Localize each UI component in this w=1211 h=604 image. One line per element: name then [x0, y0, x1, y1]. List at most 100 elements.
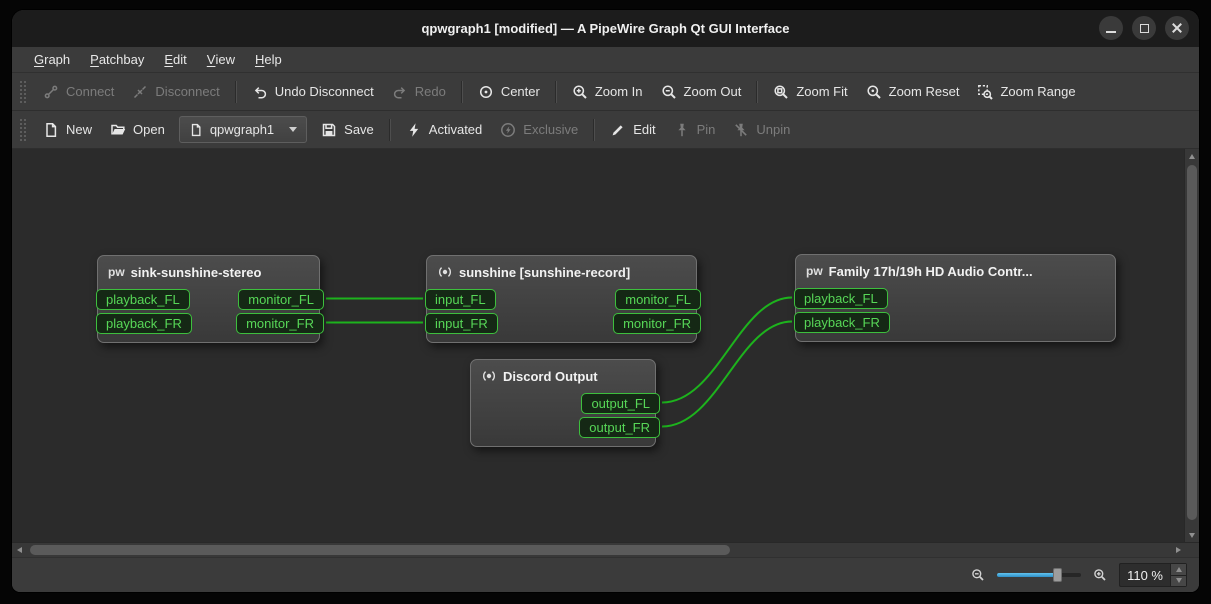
arrow-right-icon	[1175, 547, 1181, 553]
port-playback-fl[interactable]: playback_FL	[794, 288, 888, 309]
zoom-slider[interactable]	[997, 567, 1082, 583]
unpin-icon	[735, 123, 748, 136]
zoom-range-button[interactable]: Zoom Range	[968, 79, 1084, 105]
close-button[interactable]	[1165, 16, 1189, 40]
menu-patchbay[interactable]: Patchbay	[80, 47, 154, 72]
speaker-icon	[437, 264, 453, 280]
maximize-button[interactable]	[1132, 16, 1156, 40]
port-output-fr[interactable]: output_FR	[579, 417, 660, 438]
port-playback-fl[interactable]: playback_FL	[96, 289, 190, 310]
redo-button[interactable]: Redo	[383, 79, 455, 105]
scroll-left-button[interactable]	[12, 543, 26, 557]
undo-icon	[254, 86, 266, 98]
zoom-out-icon[interactable]	[971, 568, 985, 582]
center-label: Center	[500, 84, 540, 99]
toolbar-separator	[756, 80, 759, 103]
canvas-area: pw sink-sunshine-stereo playback_FL play…	[12, 149, 1199, 557]
port-output-fl[interactable]: output_FL	[581, 393, 660, 414]
vertical-scroll-thumb[interactable]	[1187, 165, 1197, 520]
connect-button[interactable]: Connect	[34, 79, 123, 105]
zoom-spinbox[interactable]: 110 %	[1119, 563, 1187, 587]
horizontal-scrollbar[interactable]	[12, 542, 1185, 557]
arrow-left-icon	[16, 547, 22, 553]
save-icon	[322, 123, 336, 136]
pipewire-icon: pw	[806, 264, 823, 278]
menu-help[interactable]: Help	[245, 47, 292, 72]
menu-view[interactable]: View	[197, 47, 245, 72]
open-button[interactable]: Open	[101, 117, 174, 143]
horizontal-scroll-thumb[interactable]	[30, 545, 730, 555]
scroll-down-button[interactable]	[1185, 528, 1199, 542]
vertical-scrollbar[interactable]	[1184, 149, 1199, 542]
menu-edit[interactable]: Edit	[154, 47, 196, 72]
scroll-up-button[interactable]	[1185, 149, 1199, 163]
window-controls	[1099, 16, 1189, 40]
titlebar[interactable]: qpwgraph1 [modified] — A PipeWire Graph …	[12, 10, 1199, 47]
disconnect-button[interactable]: Disconnect	[123, 79, 228, 105]
node-family-hd-audio[interactable]: pw Family 17h/19h HD Audio Contr... play…	[794, 254, 1116, 342]
port-monitor-fr[interactable]: monitor_FR	[613, 313, 701, 334]
patchbay-combo-value: qpwgraph1	[209, 122, 275, 137]
chevron-down-icon	[289, 127, 298, 132]
vertical-scroll-track[interactable]	[1185, 163, 1199, 528]
zoom-fit-button[interactable]: Zoom Fit	[764, 79, 856, 105]
menu-edit-label-rest: dit	[173, 52, 187, 67]
toolbar-drag-handle[interactable]	[20, 118, 26, 141]
zoom-spin-down-button[interactable]	[1171, 574, 1186, 586]
minimize-button[interactable]	[1099, 16, 1123, 40]
zoom-slider-handle[interactable]	[1053, 568, 1063, 582]
zoom-spin-arrows	[1170, 564, 1186, 586]
zoom-in-icon[interactable]	[1093, 568, 1107, 582]
scroll-right-button[interactable]	[1171, 543, 1185, 557]
exclusive-label: Exclusive	[523, 122, 579, 137]
zoom-in-icon	[573, 84, 587, 99]
new-button[interactable]: New	[34, 117, 101, 143]
menu-view-label-rest: iew	[215, 52, 235, 67]
node-sunshine-record[interactable]: sunshine [sunshine-record] input_FL inpu…	[425, 255, 701, 343]
zoom-in-label: Zoom In	[594, 84, 643, 99]
edit-button[interactable]: Edit	[601, 117, 664, 143]
arrow-down-icon	[1175, 578, 1182, 584]
pin-button[interactable]: Pin	[665, 117, 725, 143]
zoom-in-button[interactable]: Zoom In	[563, 79, 652, 105]
port-playback-fr[interactable]: playback_FR	[96, 313, 192, 334]
activated-toggle[interactable]: Activated	[397, 117, 491, 143]
zoom-out-icon	[661, 84, 676, 99]
port-input-fr[interactable]: input_FR	[425, 313, 498, 334]
graph-canvas[interactable]: pw sink-sunshine-stereo playback_FL play…	[12, 149, 1184, 542]
patchbay-file-icon	[191, 123, 201, 136]
zoom-spin-up-button[interactable]	[1171, 564, 1186, 575]
center-icon	[479, 85, 492, 98]
zoom-reset-button[interactable]: Zoom Reset	[857, 79, 969, 105]
redo-icon	[393, 86, 405, 98]
node-sink-sunshine-stereo[interactable]: pw sink-sunshine-stereo playback_FL play…	[96, 255, 324, 343]
menu-graph[interactable]: Graph	[24, 47, 80, 72]
toolbar-drag-handle[interactable]	[20, 80, 26, 103]
activated-label: Activated	[428, 122, 483, 137]
node-title: Discord Output	[503, 368, 598, 384]
zoom-fit-label: Zoom Fit	[796, 84, 848, 99]
save-button[interactable]: Save	[312, 117, 383, 143]
exclusive-icon	[501, 122, 516, 137]
undo-disconnect-button[interactable]: Undo Disconnect	[243, 79, 383, 105]
zoom-fit-icon	[774, 84, 789, 99]
horizontal-scroll-track[interactable]	[26, 543, 1171, 557]
exclusive-toggle[interactable]: Exclusive	[491, 117, 587, 143]
patchbay-combo[interactable]: qpwgraph1	[178, 116, 308, 143]
port-monitor-fl[interactable]: monitor_FL	[615, 289, 701, 310]
unpin-button[interactable]: Unpin	[724, 117, 799, 143]
window-title: qpwgraph1 [modified] — A PipeWire Graph …	[421, 21, 790, 36]
toolbar-separator	[460, 80, 463, 103]
port-monitor-fl[interactable]: monitor_FL	[238, 289, 324, 310]
center-button[interactable]: Center	[469, 79, 549, 105]
zoom-out-button[interactable]: Zoom Out	[652, 79, 751, 105]
connect-label: Connect	[66, 84, 115, 99]
node-title: sink-sunshine-stereo	[130, 264, 262, 280]
port-playback-fr[interactable]: playback_FR	[794, 312, 890, 333]
port-input-fl[interactable]: input_FL	[425, 289, 496, 310]
node-discord-output[interactable]: Discord Output output_FL output_FR	[470, 359, 660, 447]
undo-disconnect-label: Undo Disconnect	[274, 84, 374, 99]
arrow-up-icon	[1189, 153, 1195, 159]
port-monitor-fr[interactable]: monitor_FR	[236, 313, 324, 334]
toolbar-separator	[388, 118, 391, 141]
